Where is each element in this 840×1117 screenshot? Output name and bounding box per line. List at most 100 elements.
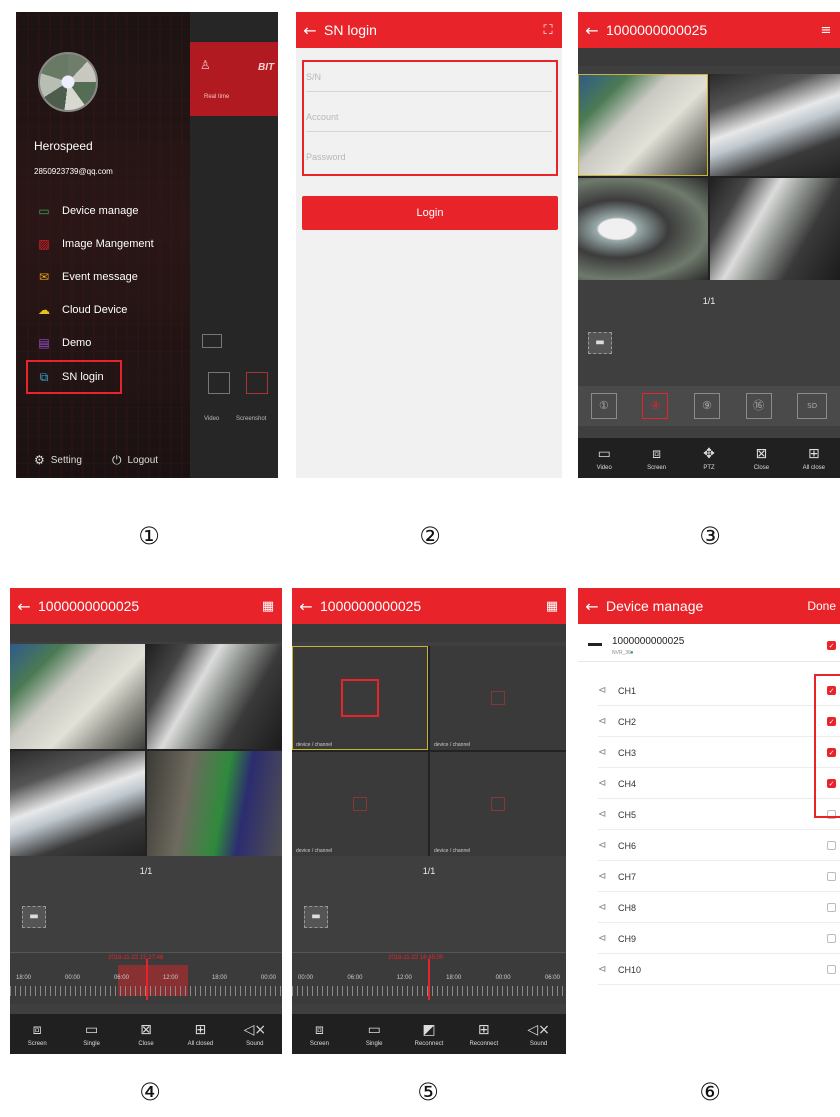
playback-header: ← 1000000000025 ▦ bbox=[292, 588, 566, 624]
back-arrow-icon[interactable]: ← bbox=[578, 597, 606, 616]
menu-item-image-management[interactable]: ▨ Image Mangement bbox=[34, 233, 153, 255]
scan-icon[interactable]: ⛶ bbox=[534, 23, 562, 38]
folder-icon[interactable]: ▬ bbox=[588, 332, 612, 354]
channel-row[interactable]: ⊲ CH1 ✓ bbox=[598, 676, 840, 706]
sound-button[interactable]: ◁× Sound bbox=[228, 1014, 282, 1054]
video-cell[interactable] bbox=[710, 178, 840, 280]
all-close-button[interactable]: ⊞ All close bbox=[788, 438, 840, 478]
close-button[interactable]: ⊠ Close bbox=[119, 1014, 173, 1054]
playback-empty-screen: ← 1000000000025 ▦ device / channel devic… bbox=[292, 588, 566, 1054]
video-cell[interactable]: device / channel bbox=[292, 646, 428, 750]
menu-item-event-message[interactable]: ✉ Event message bbox=[34, 266, 138, 288]
video-cell[interactable] bbox=[710, 74, 840, 176]
channel-checkbox[interactable] bbox=[827, 903, 836, 912]
video-cell[interactable] bbox=[10, 751, 145, 856]
layout-4-button[interactable]: ④ bbox=[642, 393, 669, 419]
tool-label: Video bbox=[596, 464, 612, 471]
reconnect-all-button[interactable]: ⊞ Reconnect bbox=[456, 1014, 511, 1054]
playback-screen: ← 1000000000025 ▦ 1/1 ▬ 2018-11-22 15:27… bbox=[10, 588, 282, 1054]
live-view-behind: ♙ BIT Real time Video Screenshot bbox=[190, 12, 278, 478]
layout-9-button[interactable]: ⑨ bbox=[693, 393, 720, 419]
channel-row[interactable]: ⊲ CH8 bbox=[598, 893, 840, 923]
back-arrow-icon[interactable]: ← bbox=[296, 21, 324, 40]
collapse-icon[interactable] bbox=[588, 643, 602, 646]
cell-tag: device / channel bbox=[296, 848, 333, 854]
step-marker-3: ③ bbox=[699, 522, 721, 550]
back-arrow-icon[interactable]: ← bbox=[292, 597, 320, 616]
online-status-icon: ● bbox=[630, 650, 634, 656]
login-button[interactable]: Login bbox=[302, 196, 558, 230]
device-icon: ▭ bbox=[38, 204, 50, 218]
ptz-button[interactable]: ✥ PTZ bbox=[683, 438, 735, 478]
single-button[interactable]: ▭ Single bbox=[64, 1014, 118, 1054]
done-button[interactable]: Done bbox=[807, 599, 840, 613]
setting-button[interactable]: ⚙ Setting bbox=[34, 453, 82, 467]
timeline[interactable]: 2018-11-22 16:45:00 00:00 06:00 12:00 18… bbox=[292, 952, 566, 1004]
avatar[interactable] bbox=[38, 52, 98, 112]
video-cell[interactable] bbox=[578, 178, 708, 280]
camera-icon: ⊲ bbox=[598, 747, 607, 758]
channel-checkbox[interactable] bbox=[827, 841, 836, 850]
device-row[interactable]: 1000000000025 NVR_36 ● ✓ bbox=[578, 630, 840, 662]
reconnect-button[interactable]: ◩ Reconnect bbox=[402, 1014, 457, 1054]
timeline[interactable]: 2018-11-22 15:27:48 18:00 00:00 06:00 12… bbox=[10, 952, 282, 1004]
single-button[interactable]: ▭ Single bbox=[347, 1014, 402, 1054]
calendar-icon[interactable]: ▦ bbox=[254, 599, 282, 614]
device-title: 1000000000025 bbox=[38, 598, 140, 614]
ptz-icon: ✥ bbox=[703, 445, 715, 462]
all-closed-button[interactable]: ⊞ All closed bbox=[173, 1014, 227, 1054]
menu-item-cloud-device[interactable]: ☁ Cloud Device bbox=[34, 299, 127, 321]
user-email: 2850923739@qq.com bbox=[34, 167, 113, 176]
channel-row[interactable]: ⊲ CH3 ✓ bbox=[598, 738, 840, 768]
channel-row[interactable]: ⊲ CH4 ✓ bbox=[598, 769, 840, 799]
channel-row[interactable]: ⊲ CH7 bbox=[598, 862, 840, 892]
video-cell[interactable]: device / channel bbox=[292, 752, 428, 856]
channel-label: CH5 bbox=[618, 809, 637, 820]
menu-item-device-manage[interactable]: ▭ Device manage bbox=[34, 200, 138, 222]
camera-icon: ⊲ bbox=[598, 933, 607, 944]
channel-row[interactable]: ⊲ CH5 bbox=[598, 800, 840, 830]
channel-checkbox[interactable] bbox=[827, 872, 836, 881]
video-button[interactable]: ▭ Video bbox=[578, 438, 630, 478]
camera-icon: ⊲ bbox=[598, 840, 607, 851]
channel-checkbox[interactable] bbox=[827, 965, 836, 974]
layout-1-button[interactable]: ① bbox=[590, 393, 617, 419]
channel-row[interactable]: ⊲ CH2 ✓ bbox=[598, 707, 840, 737]
video-cell[interactable]: device / channel bbox=[430, 752, 566, 856]
close-button[interactable]: ⊠ Close bbox=[735, 438, 787, 478]
video-cell[interactable]: device / channel bbox=[430, 646, 566, 750]
menu-item-demo[interactable]: ▤ Demo bbox=[34, 332, 91, 354]
video-cell[interactable] bbox=[147, 644, 282, 749]
channel-row[interactable]: ⊲ CH10 bbox=[598, 955, 840, 985]
mute-icon: ◁× bbox=[527, 1021, 550, 1038]
folder-icon[interactable]: ▬ bbox=[304, 906, 328, 928]
video-cell[interactable] bbox=[147, 751, 282, 856]
video-cell[interactable] bbox=[10, 644, 145, 749]
sd-button[interactable]: SD bbox=[797, 393, 828, 419]
layout-1-icon bbox=[208, 372, 230, 394]
time-label: 00:00 bbox=[298, 975, 314, 981]
calendar-icon[interactable]: ▦ bbox=[538, 599, 566, 614]
step-marker-1: ① bbox=[138, 522, 160, 550]
menu-icon[interactable]: ≡ bbox=[812, 23, 840, 38]
layout-16-button[interactable]: ⑯ bbox=[745, 393, 772, 419]
screenshot-icon: ⧈ bbox=[652, 445, 662, 462]
channel-row[interactable]: ⊲ CH9 bbox=[598, 924, 840, 954]
tool-label: Sound bbox=[529, 1040, 548, 1047]
camera-icon: ⊲ bbox=[598, 902, 607, 913]
video-cell[interactable] bbox=[578, 74, 708, 176]
sound-button[interactable]: ◁× Sound bbox=[511, 1014, 566, 1054]
back-arrow-icon[interactable]: ← bbox=[578, 21, 606, 40]
screen-button[interactable]: ⧈ Screen bbox=[10, 1014, 64, 1054]
screen-button[interactable]: ⧈ Screen bbox=[292, 1014, 347, 1054]
all-close-icon: ⊞ bbox=[194, 1021, 207, 1038]
screen-button[interactable]: ⧈ Screen bbox=[630, 438, 682, 478]
back-arrow-icon[interactable]: ← bbox=[10, 597, 38, 616]
channel-row[interactable]: ⊲ CH6 bbox=[598, 831, 840, 861]
camera-icon: ⊲ bbox=[598, 964, 607, 975]
folder-icon[interactable]: ▬ bbox=[22, 906, 46, 928]
close-icon: ⊠ bbox=[755, 445, 768, 462]
channel-checkbox[interactable] bbox=[827, 934, 836, 943]
device-checkbox[interactable]: ✓ bbox=[827, 641, 836, 650]
logout-button[interactable]: ⏻ Logout bbox=[112, 453, 158, 468]
